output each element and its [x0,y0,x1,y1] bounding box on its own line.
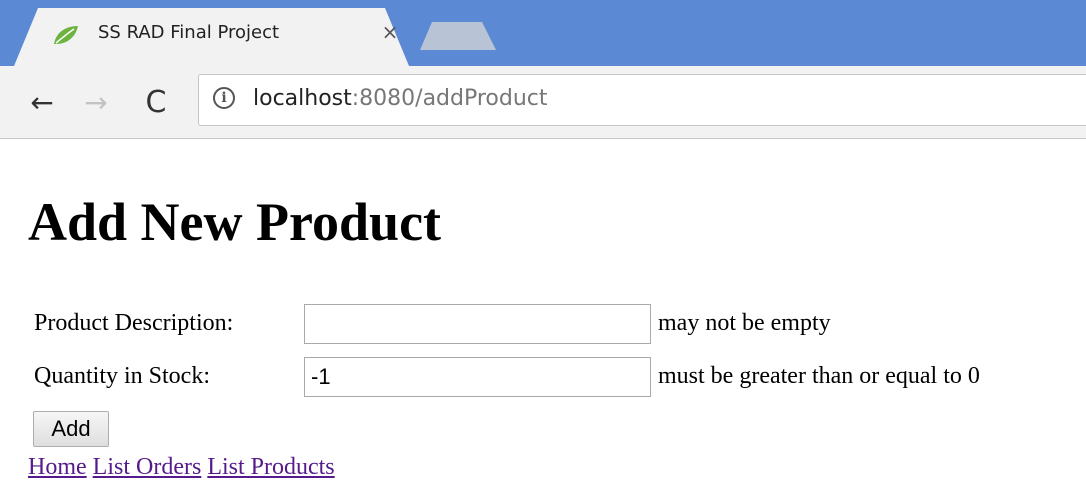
spring-leaf-icon [54,26,78,44]
address-bar[interactable]: i localhost:8080/addProduct [198,74,1086,126]
page-title: Add New Product [28,192,442,252]
tab-title: SS RAD Final Project [98,22,280,43]
quantity-input[interactable] [304,357,651,397]
description-label: Product Description: [34,310,234,336]
close-icon[interactable]: × [380,20,400,44]
home-link[interactable]: Home [28,454,87,480]
description-error: may not be empty [658,310,831,336]
browser-tabstrip: SS RAD Final Project × [0,0,1086,66]
new-tab-button[interactable] [420,22,496,50]
list-products-link[interactable]: List Products [207,454,334,480]
url-text[interactable]: localhost:8080/addProduct [253,86,548,111]
nav-links: Home List Orders List Products [28,454,335,481]
back-arrow-icon[interactable]: ← [20,66,64,138]
url-host: localhost [253,86,352,111]
quantity-error: must be greater than or equal to 0 [658,363,980,389]
page-content: Add New Product Product Description: may… [0,139,1086,490]
forward-arrow-icon[interactable]: → [74,66,118,138]
quantity-label: Quantity in Stock: [34,363,210,389]
description-input[interactable] [304,304,651,344]
list-orders-link[interactable]: List Orders [93,454,202,480]
add-button[interactable]: Add [33,411,109,447]
browser-toolbar: ← → C i localhost:8080/addProduct [0,66,1086,139]
reload-icon[interactable]: C [134,66,178,138]
url-path: :8080/addProduct [351,86,548,111]
info-icon[interactable]: i [213,87,235,109]
